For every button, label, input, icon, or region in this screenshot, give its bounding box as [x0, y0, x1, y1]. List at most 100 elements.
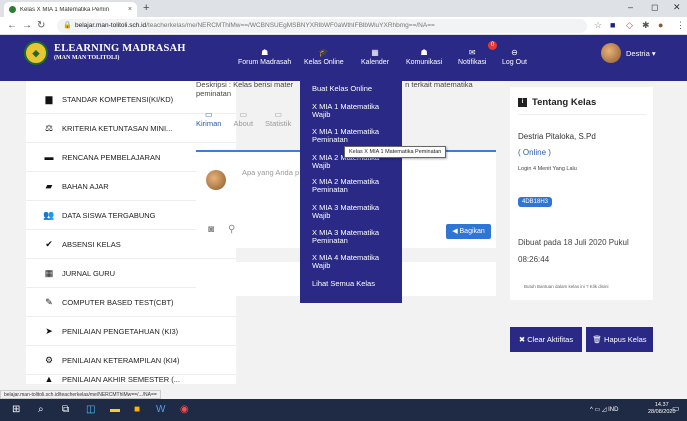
- class-actions: ✖ Clear Aktifitas 🗑 Hapus Kelas: [510, 327, 653, 352]
- home-icon: ☗: [261, 48, 269, 57]
- browser-toolbar: ← → ↻ 🔒 belajar.man-tolitoli.sch.id/teac…: [0, 17, 687, 35]
- nav-komunikasi[interactable]: ☗ Komunikasi: [406, 49, 443, 67]
- forward-icon[interactable]: →: [22, 20, 32, 31]
- chart-icon: ▭: [274, 110, 282, 119]
- dropdown-item-lihat-semua[interactable]: Lihat Semua Kelas: [312, 280, 397, 288]
- url-host: belajar.man-tolitoli.sch.id: [75, 22, 147, 29]
- nav-label: Forum Madrasah: [238, 59, 292, 66]
- attachment-icon[interactable]: ⚲: [228, 224, 235, 235]
- windows-start-icon[interactable]: ⊞: [12, 404, 20, 415]
- sidebar-item-label: PENILAIAN KETERAMPILAN (KI4): [62, 355, 180, 365]
- nav-label: Komunikasi: [406, 59, 443, 66]
- browser-menu-icon[interactable]: ⋮: [676, 20, 685, 31]
- brand-subtitle: (MAN MAN TOLITOLI): [54, 55, 120, 61]
- nav-kalender[interactable]: ▦ Kalender: [361, 48, 390, 67]
- system-tray[interactable]: ^ ▭ ◿ IND: [590, 406, 618, 413]
- browser-tabstrip: Kelas X MIA 1 Matematika Pemin × + – ◻ ✕: [0, 0, 687, 17]
- description-text: Deskripsi : Kelas berisi mater: [196, 80, 294, 89]
- bell-icon: ▲: [44, 374, 54, 384]
- send-icon: ➤: [45, 325, 53, 336]
- avatar: [601, 43, 621, 63]
- graduation-cap-icon: 🎓: [318, 48, 329, 57]
- address-bar[interactable]: 🔒 belajar.man-tolitoli.sch.id/teacherkel…: [57, 19, 587, 33]
- dropdown-item-buat-kelas[interactable]: Buat Kelas Online: [312, 85, 397, 93]
- help-link[interactable]: Butuh Bantuan dalam kelas ini ? Klik dis…: [524, 284, 609, 289]
- tab-title: Kelas X MIA 1 Matematika Pemin: [20, 6, 110, 13]
- panel-title: i Tentang Kelas: [518, 97, 596, 108]
- status-url: belajar.man-tolitoli.sch.id/teacherkelas…: [0, 390, 161, 399]
- extensions-puzzle-icon[interactable]: ✱: [642, 20, 650, 31]
- site-favicon-icon: [9, 6, 16, 13]
- url-path: /teacherkelas/me/NERCMThlMw==/WCBNSUEgMS…: [146, 22, 435, 29]
- maximize-icon[interactable]: ◻: [651, 2, 658, 13]
- nav-label: Kelas Online: [304, 59, 344, 66]
- nav-log-out[interactable]: ⊖ Log Out: [502, 48, 527, 67]
- dropdown-item[interactable]: X MIA 1 Matematika Peminatan: [312, 128, 397, 144]
- search-icon[interactable]: ⌕: [38, 404, 44, 415]
- sidebar-item-label: DATA SISWA TERGABUNG: [62, 210, 156, 220]
- sidebar-item-label: ABSENSI KELAS: [62, 239, 121, 249]
- class-code-badge[interactable]: 4DB18H3: [518, 197, 553, 207]
- lock-icon: 🔒: [63, 22, 72, 29]
- envelope-icon: ✉: [468, 48, 476, 57]
- dropdown-item[interactable]: X MIA 4 Matematika Wajib: [312, 254, 397, 270]
- gears-icon: ⚙: [44, 354, 54, 365]
- profile-avatar-icon[interactable]: ●: [658, 20, 663, 30]
- post-input[interactable]: Apa yang Anda p: [242, 168, 299, 177]
- check-icon: ✔: [45, 238, 53, 249]
- sidebar-item-label: JURNAL GURU: [62, 268, 116, 278]
- task-view-icon[interactable]: ⧉: [62, 404, 69, 415]
- sidebar-item-label: KRITERIA KETUNTASAN MINI...: [62, 123, 173, 133]
- nav-notifikasi[interactable]: ✉ Notifikasi: [458, 48, 486, 67]
- nav-forum-madrasah[interactable]: ☗ Forum Madrasah: [238, 48, 292, 67]
- store-icon[interactable]: ◫: [86, 404, 95, 415]
- extension-icon[interactable]: ◇: [626, 20, 633, 31]
- avatar: [206, 170, 226, 190]
- tab-statistik[interactable]: ▭ Statistik: [265, 110, 291, 128]
- word-icon[interactable]: W: [156, 404, 165, 415]
- tab-label: Statistik: [265, 119, 292, 128]
- info-icon: ▭: [239, 110, 248, 119]
- dropdown-item[interactable]: X MIA 1 Matematika Wajib: [312, 103, 397, 119]
- browser-tab[interactable]: Kelas X MIA 1 Matematika Pemin ×: [4, 2, 137, 17]
- brand[interactable]: ELEARNING MADRASAH (MAN MAN TOLITOLI): [54, 43, 186, 61]
- bookmark-star-icon[interactable]: ☆: [594, 20, 602, 31]
- app-icon[interactable]: ■: [134, 404, 140, 415]
- close-window-icon[interactable]: ✕: [673, 2, 681, 13]
- back-icon[interactable]: ←: [7, 20, 17, 31]
- notification-badge: 0: [488, 41, 497, 50]
- user-menu[interactable]: Destria ▾: [601, 43, 656, 63]
- extension-icon[interactable]: ■: [610, 20, 615, 30]
- camera-icon[interactable]: ◙: [208, 224, 214, 235]
- user-name: Destria ▾: [626, 48, 656, 58]
- dropdown-item[interactable]: X MIA 2 Matematika Peminatan: [312, 178, 397, 194]
- new-tab-button[interactable]: +: [143, 2, 149, 14]
- tab-about[interactable]: ▭ About: [233, 110, 253, 128]
- clear-activity-button[interactable]: ✖ Clear Aktifitas: [510, 327, 582, 352]
- sidebar-item-penilaian-akhir-semester[interactable]: ▲ PENILAIAN AKHIR SEMESTER (...: [26, 365, 236, 384]
- nav-label: Kalender: [361, 59, 390, 66]
- logout-icon: ⊖: [511, 48, 518, 57]
- minimize-icon[interactable]: –: [628, 2, 633, 12]
- file-explorer-icon[interactable]: ▬: [110, 404, 120, 415]
- panel-title-text: Tentang Kelas: [532, 97, 597, 108]
- users-icon: 👥: [43, 209, 55, 220]
- tooltip: Kelas X MIA 1 Matematika Peminatan: [344, 146, 447, 158]
- notification-center-icon[interactable]: ▭: [672, 404, 680, 413]
- calendar-icon: ▦: [371, 48, 379, 57]
- share-button[interactable]: ◀ Bagikan: [446, 224, 491, 239]
- windows-taskbar: ⊞ ⌕ ⧉ ◫ ▬ ■ W ◉ ^ ▭ ◿ IND 14.37 28/08/20…: [0, 399, 687, 421]
- tab-close-icon[interactable]: ×: [128, 6, 132, 13]
- tab-kiriman[interactable]: ▭ Kiriman: [196, 110, 221, 128]
- app-header: ◆ ELEARNING MADRASAH (MAN MAN TOLITOLI) …: [0, 35, 687, 81]
- delete-class-button[interactable]: 🗑 Hapus Kelas: [586, 327, 653, 352]
- reload-icon[interactable]: ↻: [37, 20, 45, 31]
- chrome-icon[interactable]: ◉: [180, 404, 189, 415]
- madrasah-logo[interactable]: ◆: [24, 41, 48, 65]
- nav-kelas-online[interactable]: 🎓 Kelas Online: [304, 48, 344, 67]
- dropdown-item[interactable]: X MIA 3 Matematika Wajib: [312, 204, 397, 220]
- tab-label: About: [233, 119, 254, 128]
- sidebar-item-penilaian-pengetahuan[interactable]: ➤ PENILAIAN PENGETAHUAN (KI3): [26, 317, 236, 346]
- sidebar-item-label: BAHAN AJAR: [62, 181, 109, 191]
- dropdown-item[interactable]: X MIA 3 Matematika Peminatan: [312, 229, 397, 245]
